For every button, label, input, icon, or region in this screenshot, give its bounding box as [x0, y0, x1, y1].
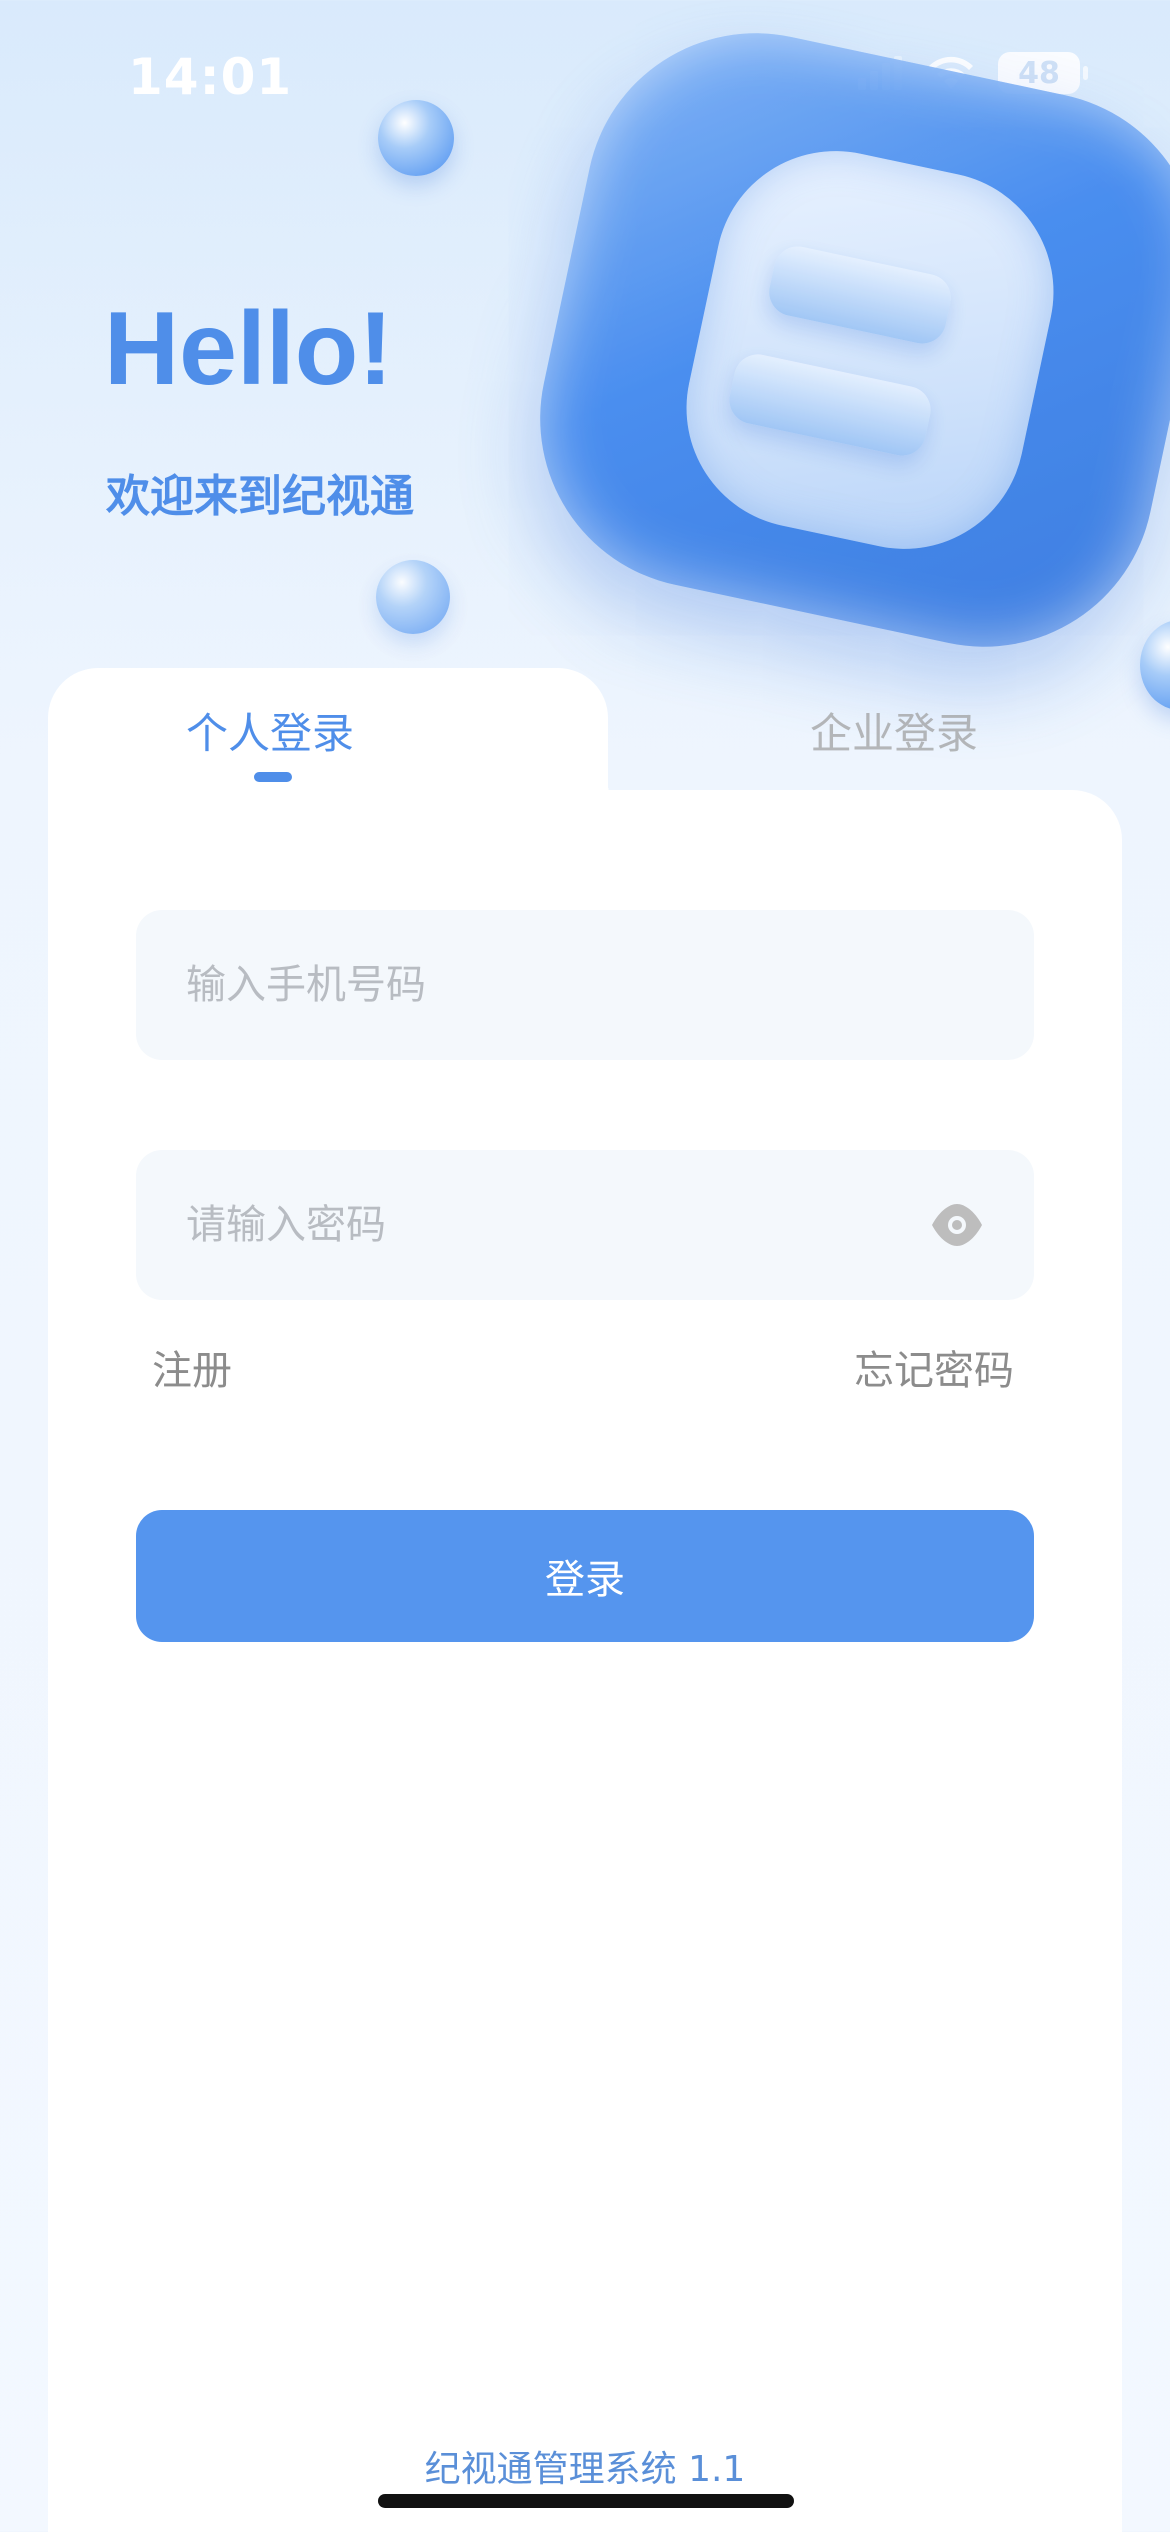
login-button[interactable]: 登录	[136, 1510, 1034, 1642]
tab-enterprise-login[interactable]: 企业登录	[810, 700, 978, 761]
phone-field[interactable]	[136, 910, 1034, 1060]
glass-bubble	[376, 560, 450, 634]
home-indicator[interactable]	[378, 2494, 794, 2508]
password-input[interactable]	[186, 1202, 984, 1248]
forgot-password-link[interactable]: 忘记密码	[854, 1338, 1014, 1396]
tab-active-indicator	[254, 772, 292, 782]
glass-bubble	[378, 100, 454, 176]
app-version-footer: 纪视通管理系统 1.1	[424, 2449, 746, 2490]
glass-bubble	[1140, 620, 1170, 710]
show-password-eye-icon[interactable]	[930, 1200, 984, 1250]
register-link[interactable]: 注册	[152, 1338, 232, 1396]
phone-input[interactable]	[186, 962, 984, 1008]
hero-welcome-text: 欢迎来到纪视通	[106, 471, 414, 522]
hero-greeting: Hello!	[104, 291, 393, 407]
password-field[interactable]	[136, 1150, 1034, 1300]
tab-personal-login[interactable]: 个人登录	[186, 700, 354, 761]
